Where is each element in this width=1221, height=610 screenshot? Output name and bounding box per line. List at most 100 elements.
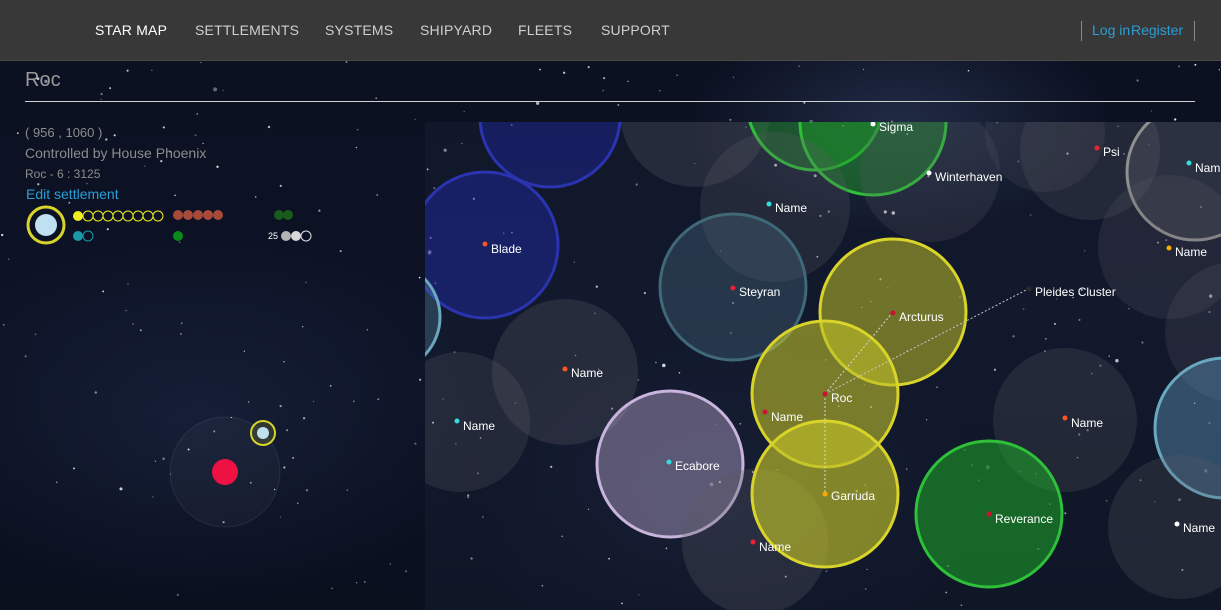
background-star: [254, 196, 257, 198]
system-label: Winterhaven: [935, 170, 1002, 184]
background-star: [151, 69, 153, 71]
system-star-icon: [1186, 160, 1192, 166]
background-star: [617, 104, 620, 106]
background-star: [180, 322, 183, 325]
background-star: [376, 194, 379, 196]
system-label: Roc: [831, 391, 852, 405]
teal-slot-row: [73, 230, 94, 242]
background-star: [729, 118, 732, 121]
background-star: [345, 60, 348, 64]
nav-systems[interactable]: SYSTEMS: [325, 22, 393, 38]
system-label: Reverance: [995, 512, 1053, 526]
nav-shipyard[interactable]: SHIPYARD: [420, 22, 492, 38]
system-label: Name: [1175, 245, 1207, 259]
background-star: [2, 323, 5, 326]
background-star: [196, 113, 198, 115]
ship-count: 25: [268, 231, 279, 241]
background-star: [1218, 69, 1221, 71]
background-star: [100, 92, 103, 96]
white-slot-row: [281, 230, 312, 242]
background-star: [339, 250, 342, 253]
system-star-icon: [1026, 286, 1032, 292]
background-star: [200, 61, 202, 64]
local-system-view: [169, 416, 281, 528]
background-star: [125, 309, 127, 312]
background-star: [375, 97, 378, 100]
background-star: [732, 76, 735, 78]
system-winterhaven[interactable]: Winterhaven: [926, 170, 1003, 184]
background-star: [302, 326, 304, 328]
system-star-icon: [482, 241, 488, 247]
settlement-controller: Controlled by House Phoenix: [25, 145, 207, 161]
green-slot-row: [274, 210, 293, 220]
system-garruda[interactable]: Garruda: [822, 489, 876, 503]
background-star: [659, 90, 661, 92]
background-star: [34, 333, 37, 336]
background-star: [418, 276, 421, 279]
system-label: Name: [771, 410, 803, 424]
background-star: [463, 110, 465, 113]
system-label: Name: [463, 419, 495, 433]
background-star: [355, 146, 358, 149]
yellow-slot-row: [73, 210, 164, 222]
nav-fleets[interactable]: FLEETS: [518, 22, 572, 38]
nav-star-map[interactable]: STAR MAP: [95, 22, 167, 38]
background-star: [627, 80, 629, 83]
background-star: [798, 65, 800, 67]
background-star: [132, 323, 134, 325]
background-star: [862, 68, 865, 71]
background-star: [144, 165, 146, 167]
nav-settlements[interactable]: SETTLEMENTS: [195, 22, 299, 38]
system-label: Pleides Cluster: [1035, 285, 1116, 299]
background-star: [243, 350, 245, 352]
background-star: [803, 101, 806, 104]
background-star: [24, 355, 27, 358]
background-star: [16, 132, 19, 135]
background-star: [967, 69, 970, 72]
system-label: Garruda: [831, 489, 875, 503]
system-label: Steyran: [739, 285, 780, 299]
system-star-icon: [1174, 521, 1180, 527]
system-star-icon: [890, 310, 896, 316]
system-label: Name: [1071, 416, 1103, 430]
green-indicator-icon: [173, 231, 183, 241]
system-star-icon: [926, 170, 932, 176]
system-star-icon: [454, 418, 460, 424]
login-link[interactable]: Log in: [1092, 22, 1130, 38]
background-star: [562, 71, 566, 74]
system-star-icon: [822, 391, 828, 397]
system-star-icon: [730, 285, 736, 291]
register-link[interactable]: Register: [1131, 22, 1183, 38]
background-star: [102, 290, 105, 293]
background-star: [162, 126, 165, 129]
background-star: [109, 87, 112, 90]
background-star: [7, 258, 10, 261]
background-star: [1136, 79, 1139, 82]
system-pleides-cluster[interactable]: Pleides Cluster: [1026, 285, 1116, 299]
system-star-icon: [1166, 245, 1172, 251]
background-star: [1178, 65, 1181, 68]
star-map-canvas[interactable]: Sigma Psi Nam Winterhaven Name Blade Nam…: [425, 122, 1221, 610]
background-star: [1174, 118, 1177, 121]
system-reverance[interactable]: Reverance: [986, 511, 1054, 527]
system-label: Name: [571, 366, 603, 380]
system-label: Sigma: [879, 122, 913, 134]
background-star: [283, 361, 285, 363]
system-star-icon: [666, 459, 672, 465]
background-star: [356, 129, 359, 131]
background-star: [202, 142, 204, 145]
system-arcturus[interactable]: Arcturus: [890, 310, 944, 324]
system-ecabore[interactable]: Ecabore: [666, 459, 721, 473]
system-star-icon: [1062, 415, 1068, 421]
orbiting-planet-icon[interactable]: [257, 427, 269, 439]
background-star: [105, 138, 108, 141]
system-star-icon: [762, 409, 768, 415]
system-label: Psi: [1103, 145, 1120, 159]
sun-icon: [212, 459, 238, 485]
page-title: Roc: [25, 69, 61, 91]
top-navbar: STAR MAP SETTLEMENTS SYSTEMS SHIPYARD FL…: [0, 0, 1221, 61]
title-divider: [25, 101, 1195, 102]
system-label: Name: [1183, 521, 1215, 535]
background-star: [222, 89, 224, 92]
nav-support[interactable]: SUPPORT: [601, 22, 670, 38]
